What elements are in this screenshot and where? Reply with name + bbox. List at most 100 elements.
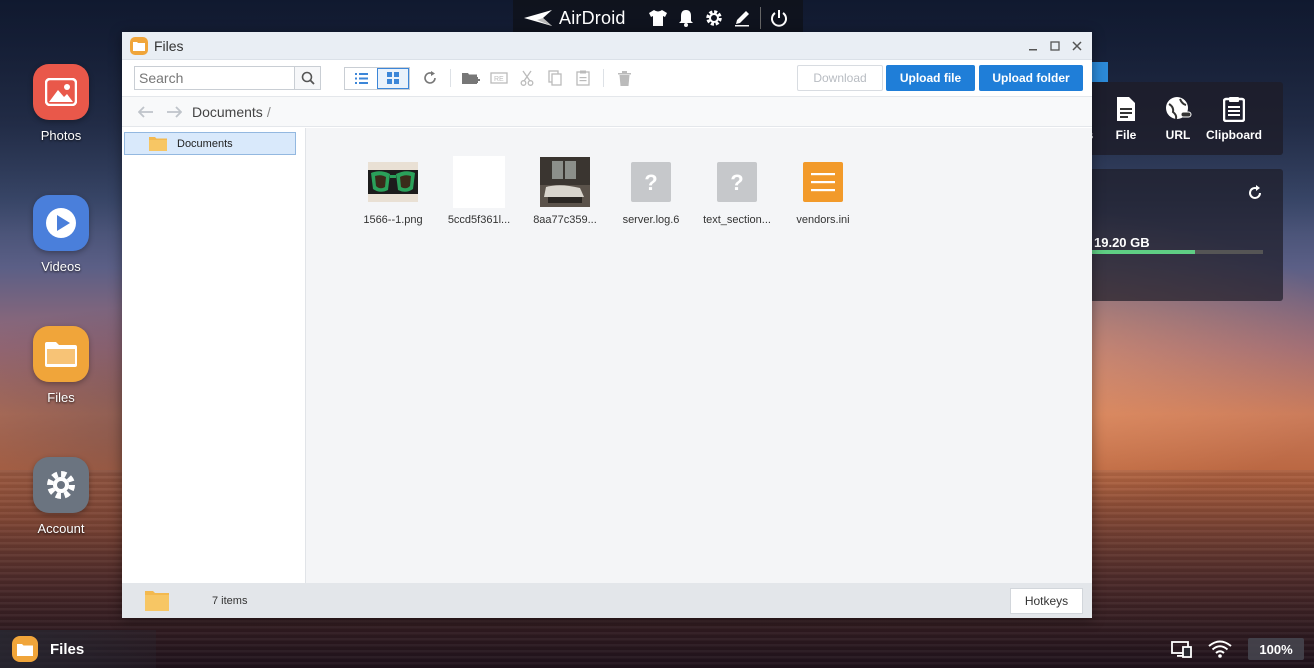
upload-folder-button[interactable]: Upload folder — [979, 65, 1083, 91]
system-tray: 100% — [1168, 636, 1304, 662]
file-item[interactable]: 1566--1.png — [350, 156, 436, 226]
airdroid-plane-icon — [524, 10, 552, 26]
globe-link-icon — [1152, 94, 1204, 124]
document-icon — [1100, 94, 1152, 124]
desktop-icon-account[interactable]: Account — [22, 457, 100, 536]
tree-item-label: Documents — [177, 137, 233, 150]
paste-icon[interactable] — [571, 66, 595, 90]
airdroid-brand-text: AirDroid — [559, 7, 626, 28]
new-folder-icon[interactable] — [459, 66, 483, 90]
toolbox-item-label: File — [1115, 128, 1137, 142]
breadcrumb-documents[interactable]: Documents — [192, 104, 263, 120]
hotkeys-button[interactable]: Hotkeys — [1010, 587, 1083, 614]
account-gear-icon — [33, 457, 89, 513]
storage-widget: 19.20 GB — [1080, 169, 1283, 301]
maximize-icon[interactable] — [1044, 32, 1066, 60]
desktop-icon-label: Videos — [41, 259, 81, 274]
file-item[interactable]: 5ccd5f361l... — [436, 156, 522, 226]
file-item[interactable]: ? text_section... — [694, 156, 780, 226]
battery-indicator: 100% — [1248, 638, 1304, 660]
forward-arrow-icon[interactable] — [160, 97, 188, 127]
airdroid-topbar: AirDroid — [513, 0, 803, 36]
power-icon[interactable] — [765, 0, 793, 36]
upload-file-button[interactable]: Upload file — [886, 65, 975, 91]
delete-icon[interactable] — [612, 66, 636, 90]
tshirt-icon[interactable] — [644, 0, 672, 36]
list-view-icon[interactable] — [345, 68, 377, 89]
window-titlebar[interactable]: Files — [122, 32, 1092, 60]
cut-icon[interactable] — [515, 66, 539, 90]
desktop-icon-files[interactable]: Files — [22, 326, 100, 405]
screen-mirror-icon[interactable] — [1168, 636, 1196, 662]
toolbar-divider — [603, 69, 604, 87]
toolbox-item-label: Clipboard — [1206, 128, 1262, 142]
taskbar-label: Files — [50, 640, 85, 658]
search-icon[interactable] — [294, 67, 320, 89]
close-icon[interactable] — [1066, 32, 1088, 60]
file-item[interactable]: 8aa77c359... — [522, 156, 608, 226]
videos-icon — [33, 195, 89, 251]
toolbox-item-url[interactable]: URL — [1152, 94, 1204, 142]
desktop-icon-label: Photos — [40, 128, 82, 143]
search-input[interactable] — [135, 67, 294, 89]
refresh-icon[interactable] — [418, 66, 442, 90]
toolbox-item-file[interactable]: File — [1100, 94, 1152, 142]
item-count: 7 items — [212, 594, 248, 607]
file-grid-area: 1566--1.png 5ccd5f361l... 8aa77c359... ? — [306, 128, 1092, 583]
storage-bar — [1092, 250, 1263, 254]
toolbar-divider — [450, 69, 451, 87]
minimize-icon[interactable] — [1022, 32, 1044, 60]
refresh-icon[interactable] — [1247, 185, 1263, 206]
file-item[interactable]: ? server.log.6 — [608, 156, 694, 226]
folder-icon — [145, 590, 169, 611]
window-title: Files — [154, 37, 184, 54]
grid-view-icon[interactable] — [377, 67, 409, 89]
svg-text:?: ? — [644, 170, 657, 195]
file-name: 5ccd5f361l... — [447, 214, 511, 226]
download-button[interactable]: Download — [797, 65, 883, 91]
toolbox-widget: s File URL Clipboard — [1080, 82, 1283, 155]
back-arrow-icon[interactable] — [132, 97, 160, 127]
folder-app-icon — [130, 36, 148, 55]
svg-text:?: ? — [730, 170, 743, 195]
folder-app-icon — [12, 636, 38, 662]
copy-icon[interactable] — [543, 66, 567, 90]
pen-icon[interactable] — [728, 0, 756, 36]
file-name: 8aa77c359... — [533, 214, 597, 226]
files-window: Files RE — [122, 32, 1092, 618]
clipboard-icon — [1204, 94, 1264, 124]
toolbox-item-clipboard[interactable]: Clipboard — [1204, 94, 1264, 142]
files-icon — [33, 326, 89, 382]
status-bar: 7 items Hotkeys — [122, 583, 1092, 618]
wifi-icon[interactable] — [1206, 636, 1234, 662]
topbar-divider — [760, 7, 761, 29]
storage-size: 19.20 GB — [1094, 235, 1150, 250]
file-item[interactable]: vendors.ini — [780, 156, 866, 226]
taskbar-files[interactable]: Files — [0, 630, 156, 668]
search-box — [134, 66, 321, 90]
image-thumbnail-blank — [453, 156, 505, 208]
text-file-icon — [797, 156, 849, 208]
storage-bar-fill — [1092, 250, 1195, 254]
breadcrumb: Documents / — [122, 97, 1092, 127]
folder-icon — [149, 136, 167, 151]
file-name: vendors.ini — [796, 214, 850, 226]
gear-icon[interactable] — [700, 0, 728, 36]
desktop-icon-photos[interactable]: Photos — [22, 64, 100, 143]
folder-tree: Documents — [122, 128, 306, 583]
photos-icon — [33, 64, 89, 120]
file-name: 1566--1.png — [363, 214, 423, 226]
unknown-file-icon: ? — [711, 156, 763, 208]
desktop-icon-videos[interactable]: Videos — [22, 195, 100, 274]
tree-item-documents[interactable]: Documents — [124, 132, 296, 155]
file-name: text_section... — [703, 214, 771, 226]
file-name: server.log.6 — [622, 214, 680, 226]
desktop-icon-label: Account — [37, 521, 85, 536]
unknown-file-icon: ? — [625, 156, 677, 208]
image-thumbnail-room — [539, 156, 591, 208]
rename-icon[interactable]: RE — [487, 66, 511, 90]
toolbox-item-label: URL — [1165, 128, 1191, 142]
bell-icon[interactable] — [672, 0, 700, 36]
svg-text:RE: RE — [494, 76, 504, 83]
background-widget-tab — [1090, 62, 1108, 82]
